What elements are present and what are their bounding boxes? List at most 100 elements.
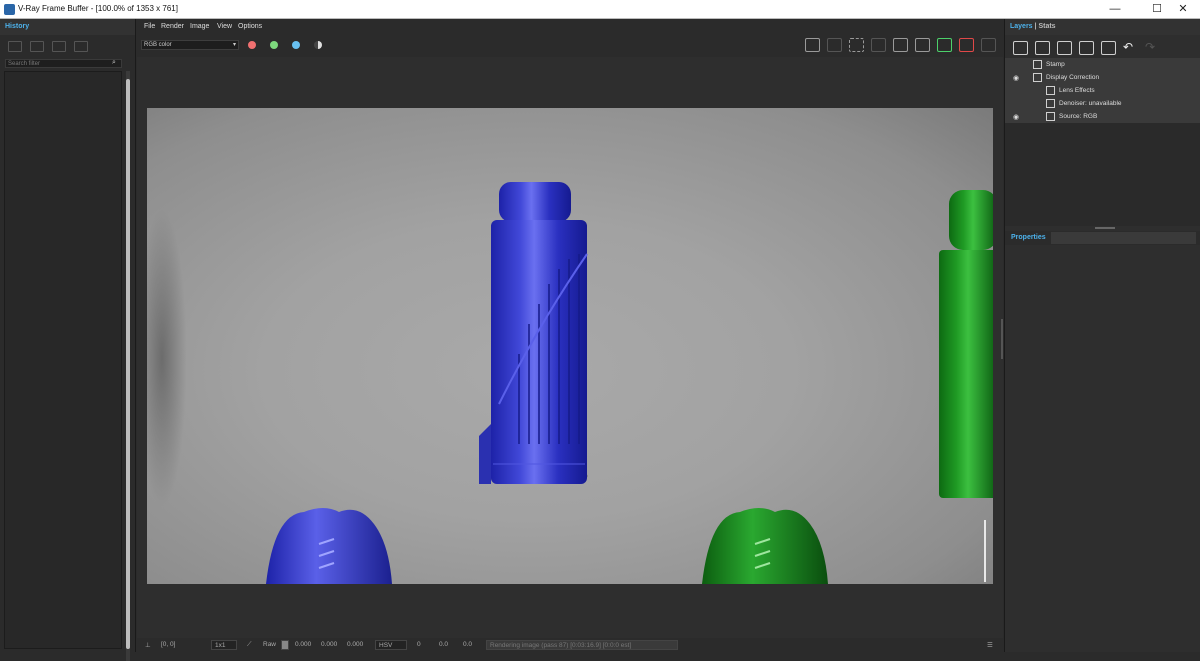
menu-options[interactable]: Options <box>238 23 262 30</box>
saturation-value: 0.0 <box>439 641 449 648</box>
create-layer-icon[interactable] <box>1013 41 1028 55</box>
history-toolbar <box>0 36 134 58</box>
track-mouse-region-icon[interactable] <box>849 38 864 52</box>
tab-history[interactable]: History <box>5 23 29 30</box>
layer-label: Lens Effects <box>1059 87 1095 94</box>
value-value: 0.0 <box>463 641 473 648</box>
properties-field <box>1051 232 1196 244</box>
menu-render[interactable]: Render <box>161 23 184 30</box>
minimize-button[interactable]: — <box>1098 0 1132 19</box>
history-panel: History Search filter ⌕ <box>0 19 136 661</box>
blue-marker-tip <box>266 508 392 584</box>
refresh-ipr-icon[interactable] <box>937 38 952 52</box>
raw-label: Raw <box>263 641 277 648</box>
redo-icon[interactable]: ↷ <box>1145 40 1155 54</box>
green-marker-tip <box>702 508 828 584</box>
layer-item-display-correction[interactable]: ◉ Display Correction <box>1005 71 1200 84</box>
search-icon[interactable]: ⌕ <box>112 59 120 68</box>
render-toolbar: RGB color ▾ <box>137 35 1003 57</box>
history-scrollbar[interactable] <box>126 71 130 661</box>
render-region-icon[interactable] <box>893 38 908 52</box>
clear-image-icon[interactable] <box>827 38 842 52</box>
visibility-eye-icon[interactable]: ◉ <box>1013 113 1019 121</box>
source-rgb-icon <box>1046 112 1055 121</box>
green-channel-icon[interactable] <box>270 41 278 49</box>
history-list[interactable] <box>4 71 122 649</box>
pin-icon[interactable]: ⊥ <box>145 641 151 649</box>
blue-channel-icon[interactable] <box>292 41 300 49</box>
properties-title: Properties <box>1011 234 1046 241</box>
pixel-value-g: 0.000 <box>321 641 338 648</box>
menu-view[interactable]: View <box>217 23 232 30</box>
layers-toolbar: ↶ ↷ <box>1005 37 1200 59</box>
progress-message: Rendering image (pass 87) [0:03:16.9] [0… <box>490 642 632 649</box>
pixel-coords: [0, 0] <box>161 641 176 648</box>
layer-label: Display Correction <box>1046 74 1100 81</box>
raw-swatch <box>281 640 289 650</box>
load-layer-tree-icon[interactable] <box>1079 41 1094 55</box>
history-search-input[interactable]: Search filter <box>5 59 122 68</box>
scrollbar-thumb[interactable] <box>126 79 130 649</box>
shadow-left <box>147 208 187 508</box>
load-history-icon[interactable] <box>52 41 66 52</box>
layer-label: Denoiser: unavailable <box>1059 100 1122 107</box>
color-picker-icon[interactable]: ⟋ <box>247 641 252 649</box>
properties-header: Properties <box>1005 231 1200 245</box>
save-layer-tree-icon[interactable] <box>1057 41 1072 55</box>
color-mode-value: HSV <box>379 642 393 649</box>
panel-splitter[interactable] <box>1095 227 1115 229</box>
menu-image[interactable]: Image <box>190 23 209 30</box>
render-viewport[interactable] <box>147 108 993 584</box>
tab-stats[interactable]: Stats <box>1038 23 1055 30</box>
green-marker-cap <box>939 190 993 498</box>
layer-label: Stamp <box>1046 61 1065 68</box>
render-area: File Render Image View Options RGB color… <box>137 19 1003 652</box>
save-image-icon[interactable] <box>805 38 820 52</box>
layers-panel: Layers | Stats ↶ ↷ Stamp ◉ Display Corre… <box>1004 19 1200 652</box>
tab-separator: | <box>1034 23 1037 30</box>
mono-channel-icon[interactable] <box>314 41 322 49</box>
tab-layers[interactable]: Layers <box>1010 23 1033 30</box>
follow-mouse-icon[interactable] <box>915 38 930 52</box>
compare-ab-icon[interactable] <box>30 41 44 52</box>
layer-item-denoiser[interactable]: Denoiser: unavailable <box>1005 97 1200 110</box>
layers-panel-header: Layers | Stats <box>1005 19 1200 35</box>
chevron-down-icon: ▾ <box>232 42 236 48</box>
undo-icon[interactable]: ↶ <box>1123 40 1133 54</box>
menu-file[interactable]: File <box>144 23 155 30</box>
display-correction-icon <box>1033 73 1042 82</box>
history-panel-header: History <box>0 19 135 35</box>
layer-list-icon[interactable] <box>1101 41 1116 55</box>
render-teapot-icon[interactable] <box>981 38 996 52</box>
layer-tree[interactable]: Stamp ◉ Display Correction Lens Effects … <box>1005 58 1200 226</box>
red-channel-icon[interactable] <box>248 41 256 49</box>
zoom-value: 1x1 <box>215 642 226 649</box>
title-bar: V-Ray Frame Buffer - [100.0% of 1353 x 7… <box>0 0 1200 19</box>
layer-item-stamp[interactable]: Stamp <box>1005 58 1200 71</box>
visibility-eye-icon[interactable]: ◉ <box>1013 74 1019 82</box>
delete-layer-icon[interactable] <box>1035 41 1050 55</box>
layer-label: Source: RGB <box>1059 113 1098 120</box>
render-progress: Rendering image (pass 87) [0:03:16.9] [0… <box>486 640 678 650</box>
color-mode-select[interactable]: HSV <box>375 640 407 650</box>
log-icon[interactable]: ☰ <box>987 641 993 649</box>
lens-effects-icon <box>1046 86 1055 95</box>
region-render-icon[interactable] <box>871 38 886 52</box>
remove-history-icon[interactable] <box>74 41 88 52</box>
stamp-layer-icon <box>1033 60 1042 69</box>
window-title: V-Ray Frame Buffer - [100.0% of 1353 x 7… <box>18 4 178 13</box>
pixel-value-b: 0.000 <box>347 641 364 648</box>
vray-app-icon <box>4 4 15 15</box>
save-history-icon[interactable] <box>8 41 22 52</box>
channel-select[interactable]: RGB color ▾ <box>141 40 239 50</box>
close-button[interactable]: ✕ <box>1166 0 1200 19</box>
zoom-select[interactable]: 1x1 <box>211 640 237 650</box>
blue-marker-cap <box>479 182 588 484</box>
channel-select-value: RGB color <box>144 42 172 48</box>
panel-splitter-handle[interactable] <box>1001 319 1003 359</box>
stop-render-icon[interactable] <box>959 38 974 52</box>
denoiser-icon <box>1046 99 1055 108</box>
layer-item-source-rgb[interactable]: ◉ Source: RGB <box>1005 110 1200 123</box>
layer-item-lens-effects[interactable]: Lens Effects <box>1005 84 1200 97</box>
exposure-slider[interactable] <box>984 520 986 582</box>
